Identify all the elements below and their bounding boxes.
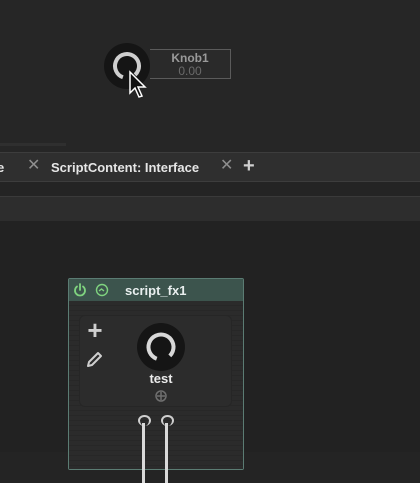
cable-right bbox=[165, 423, 168, 483]
module-title: script_fx1 bbox=[125, 283, 187, 298]
tab-bar: e ✕ ScriptContent: Interface ✕ + bbox=[0, 152, 420, 182]
toolbar-strip bbox=[0, 196, 420, 222]
tab-scriptcontent-interface[interactable]: ScriptContent: Interface bbox=[51, 160, 199, 175]
test-knob[interactable] bbox=[137, 323, 185, 371]
knob1-value-label: 0.00 bbox=[178, 64, 202, 78]
pencil-icon[interactable] bbox=[85, 349, 105, 369]
test-knob-ring bbox=[146, 332, 176, 362]
module-header[interactable]: script_fx1 bbox=[69, 279, 243, 301]
close-icon[interactable]: ✕ bbox=[220, 157, 233, 175]
power-icon[interactable] bbox=[72, 282, 88, 298]
plus-icon[interactable]: + bbox=[83, 317, 107, 343]
add-tab-button[interactable]: + bbox=[243, 155, 255, 178]
scrollbar[interactable] bbox=[0, 143, 66, 146]
knob1-value-box[interactable]: Knob1 0.00 bbox=[150, 49, 231, 79]
test-knob-label: test bbox=[149, 371, 173, 386]
module-panel: + test bbox=[79, 315, 232, 407]
module-body: + test bbox=[69, 301, 243, 483]
tab-previous[interactable]: e bbox=[0, 160, 4, 175]
crosshair-icon[interactable] bbox=[154, 389, 168, 403]
knob1-name-label: Knob1 bbox=[171, 51, 209, 65]
mouse-cursor-icon bbox=[129, 70, 147, 98]
cable-left bbox=[142, 423, 145, 483]
script-fx-module[interactable]: script_fx1 + test bbox=[68, 278, 244, 483]
bypass-icon[interactable] bbox=[95, 283, 109, 297]
close-icon[interactable]: ✕ bbox=[27, 157, 40, 175]
